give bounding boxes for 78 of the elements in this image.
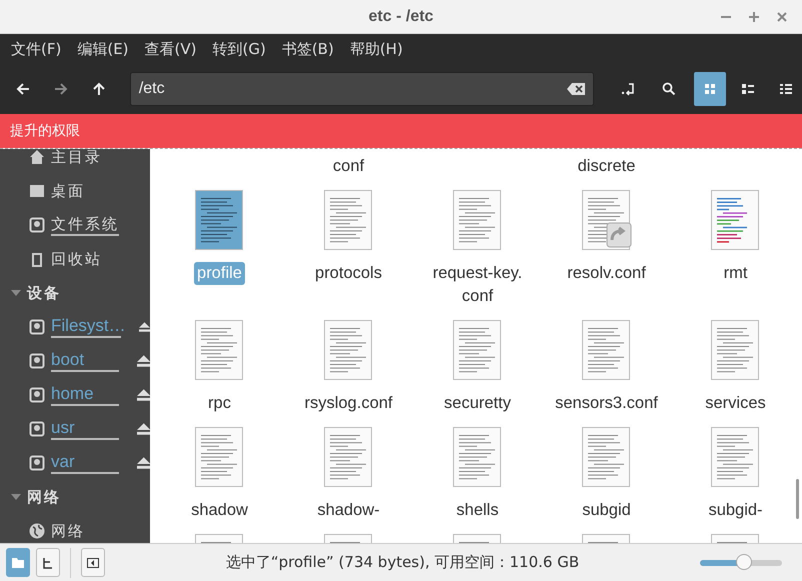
compact-list-icon: [742, 83, 754, 95]
file-name[interactable]: request-key. conf: [430, 262, 526, 308]
file-name[interactable]: shadow-: [314, 499, 383, 522]
menu-item[interactable]: 书签(B): [282, 40, 334, 58]
sidebar-item[interactable]: 回收站: [51, 249, 102, 269]
desktop-icon: [29, 183, 45, 199]
drive-icon: [29, 387, 45, 403]
home-icon: [29, 149, 45, 165]
file-shortcut-icon[interactable]: [582, 190, 632, 252]
clear-icon[interactable]: [566, 83, 585, 95]
drive-icon: [29, 319, 45, 335]
grid-icon: [704, 83, 716, 95]
trash-icon: [29, 251, 45, 267]
slider-thumb[interactable]: [736, 554, 752, 570]
menu-item[interactable]: 编辑(E): [77, 40, 129, 58]
globe-icon: [29, 523, 45, 539]
maximize-icon[interactable]: [748, 11, 760, 23]
menu-item[interactable]: 帮助(H): [350, 40, 403, 58]
menu-item[interactable]: 查看(V): [144, 40, 196, 58]
sidebar-item[interactable]: usr: [51, 418, 118, 440]
list-icon: [780, 83, 792, 95]
file-name[interactable]: services: [702, 392, 769, 415]
close-icon[interactable]: [776, 11, 788, 23]
sidebar-item[interactable]: 主目录: [51, 149, 102, 167]
eject-icon[interactable]: [136, 355, 150, 367]
drive-icon: [29, 455, 45, 471]
drive-icon: [29, 421, 45, 437]
banner-text: 提升的权限: [10, 122, 80, 140]
drive-icon: [29, 217, 45, 233]
section-header: 设备: [27, 284, 61, 302]
file-name[interactable]: conf: [330, 155, 368, 178]
file-name[interactable]: shells: [453, 499, 502, 522]
file-name[interactable]: rsyslog.conf: [301, 392, 396, 415]
toggle-pane-button[interactable]: [81, 548, 105, 577]
icons-view-button[interactable]: [694, 72, 726, 106]
expander-icon[interactable]: [11, 288, 21, 298]
file-name[interactable]: securetty: [441, 392, 514, 415]
eject-icon[interactable]: [136, 389, 150, 401]
window-title: etc - /etc: [368, 8, 434, 26]
status-text: 选中了“profile” (734 bytes), 可用空间：110.6 GB: [224, 553, 580, 572]
tree-icon: [42, 556, 54, 568]
expander-icon[interactable]: [11, 492, 21, 502]
file-name[interactable]: discrete: [574, 155, 638, 178]
eject-icon[interactable]: [136, 423, 150, 435]
sidebar-item[interactable]: 文件系统: [51, 214, 119, 236]
search-icon[interactable]: [662, 82, 676, 96]
sidebar-item[interactable]: boot: [51, 350, 118, 372]
text-file-icon[interactable]: [710, 190, 760, 252]
tree-pane-button[interactable]: [36, 548, 60, 577]
file-name[interactable]: shadow: [188, 499, 251, 522]
sidebar-item[interactable]: var: [51, 452, 118, 474]
file-name[interactable]: protocols: [312, 262, 385, 285]
text-file-icon[interactable]: [194, 190, 244, 252]
section-header: 网络: [27, 488, 61, 506]
file-name[interactable]: resolv.conf: [564, 262, 649, 285]
sidebar-item[interactable]: 桌面: [51, 181, 85, 201]
file-name[interactable]: sensors3.conf: [552, 392, 661, 415]
file-name[interactable]: subgid-: [705, 499, 766, 522]
eject-icon[interactable]: [136, 457, 150, 469]
pane-icon: [87, 558, 99, 568]
back-arrow-icon[interactable]: [16, 82, 30, 96]
sidebar-item[interactable]: Filesyst…: [51, 316, 121, 338]
menu-item[interactable]: 转到(G): [212, 40, 266, 58]
file-name[interactable]: rmt: [720, 262, 750, 285]
location-field[interactable]: /etc: [130, 72, 594, 106]
jump-icon[interactable]: [620, 81, 636, 97]
file-name[interactable]: rpc: [205, 392, 234, 415]
eject-icon[interactable]: [139, 321, 150, 333]
location-text: /etc: [138, 80, 166, 98]
scrollbar-thumb[interactable]: [796, 479, 799, 519]
drive-icon: [29, 353, 45, 369]
folder-icon: [12, 558, 24, 568]
file-name[interactable]: subgid: [579, 499, 634, 522]
places-pane-button[interactable]: [6, 548, 30, 577]
menu-item[interactable]: 文件(F): [11, 40, 62, 58]
up-arrow-icon[interactable]: [92, 82, 106, 96]
sidebar-item[interactable]: home: [51, 384, 118, 406]
sidebar-item[interactable]: 网络: [51, 521, 85, 541]
